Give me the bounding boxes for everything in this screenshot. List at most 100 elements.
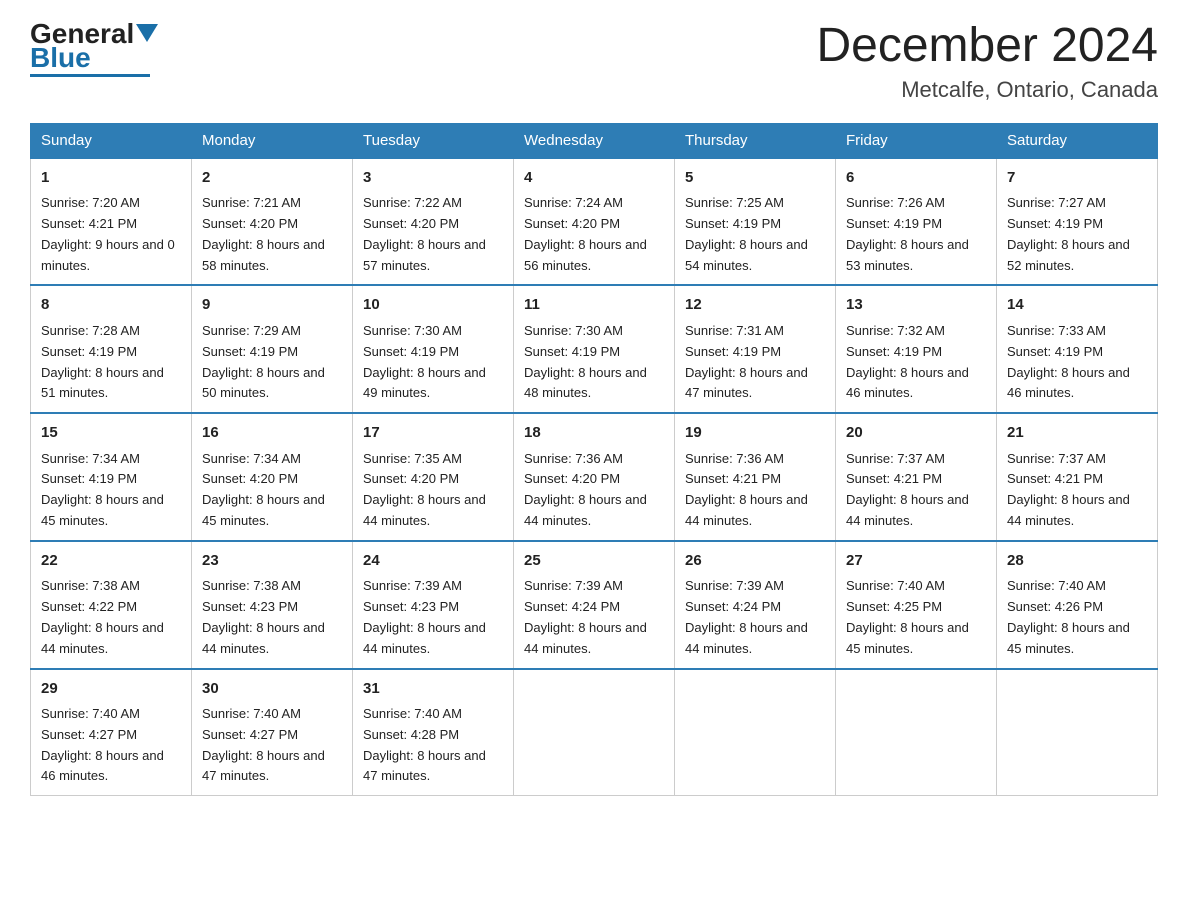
day-number: 23 [202,550,342,573]
logo-underline [30,74,150,77]
day-info: Sunrise: 7:21 AMSunset: 4:20 PMDaylight:… [202,193,342,276]
day-number: 12 [685,294,825,317]
column-header-thursday: Thursday [675,123,836,158]
day-info: Sunrise: 7:20 AMSunset: 4:21 PMDaylight:… [41,193,181,276]
day-cell: 3 Sunrise: 7:22 AMSunset: 4:20 PMDayligh… [353,158,514,286]
day-cell: 21 Sunrise: 7:37 AMSunset: 4:21 PMDaylig… [997,413,1158,541]
header-row: SundayMondayTuesdayWednesdayThursdayFrid… [31,123,1158,158]
day-info: Sunrise: 7:37 AMSunset: 4:21 PMDaylight:… [1007,449,1147,532]
title-section: December 2024 Metcalfe, Ontario, Canada [816,20,1158,103]
day-number: 29 [41,678,181,701]
day-number: 19 [685,422,825,445]
day-number: 7 [1007,167,1147,190]
day-number: 15 [41,422,181,445]
day-number: 4 [524,167,664,190]
day-cell: 9 Sunrise: 7:29 AMSunset: 4:19 PMDayligh… [192,285,353,413]
day-cell: 10 Sunrise: 7:30 AMSunset: 4:19 PMDaylig… [353,285,514,413]
day-info: Sunrise: 7:30 AMSunset: 4:19 PMDaylight:… [363,321,503,404]
day-info: Sunrise: 7:40 AMSunset: 4:28 PMDaylight:… [363,704,503,787]
day-info: Sunrise: 7:24 AMSunset: 4:20 PMDaylight:… [524,193,664,276]
day-number: 18 [524,422,664,445]
day-cell: 14 Sunrise: 7:33 AMSunset: 4:19 PMDaylig… [997,285,1158,413]
day-cell: 16 Sunrise: 7:34 AMSunset: 4:20 PMDaylig… [192,413,353,541]
day-cell [836,669,997,796]
day-number: 2 [202,167,342,190]
day-number: 14 [1007,294,1147,317]
logo: General Blue [30,20,158,77]
day-number: 21 [1007,422,1147,445]
day-info: Sunrise: 7:38 AMSunset: 4:22 PMDaylight:… [41,576,181,659]
day-number: 25 [524,550,664,573]
day-number: 30 [202,678,342,701]
day-cell: 8 Sunrise: 7:28 AMSunset: 4:19 PMDayligh… [31,285,192,413]
day-cell: 27 Sunrise: 7:40 AMSunset: 4:25 PMDaylig… [836,541,997,669]
column-header-sunday: Sunday [31,123,192,158]
column-header-monday: Monday [192,123,353,158]
day-cell: 30 Sunrise: 7:40 AMSunset: 4:27 PMDaylig… [192,669,353,796]
day-cell: 1 Sunrise: 7:20 AMSunset: 4:21 PMDayligh… [31,158,192,286]
day-info: Sunrise: 7:22 AMSunset: 4:20 PMDaylight:… [363,193,503,276]
week-row-5: 29 Sunrise: 7:40 AMSunset: 4:27 PMDaylig… [31,669,1158,796]
page-header: General Blue December 2024 Metcalfe, Ont… [30,20,1158,103]
day-info: Sunrise: 7:39 AMSunset: 4:24 PMDaylight:… [524,576,664,659]
day-cell: 4 Sunrise: 7:24 AMSunset: 4:20 PMDayligh… [514,158,675,286]
day-info: Sunrise: 7:38 AMSunset: 4:23 PMDaylight:… [202,576,342,659]
logo-blue-text: Blue [30,44,91,72]
day-info: Sunrise: 7:27 AMSunset: 4:19 PMDaylight:… [1007,193,1147,276]
week-row-2: 8 Sunrise: 7:28 AMSunset: 4:19 PMDayligh… [31,285,1158,413]
day-cell: 25 Sunrise: 7:39 AMSunset: 4:24 PMDaylig… [514,541,675,669]
day-number: 6 [846,167,986,190]
day-cell: 13 Sunrise: 7:32 AMSunset: 4:19 PMDaylig… [836,285,997,413]
day-info: Sunrise: 7:29 AMSunset: 4:19 PMDaylight:… [202,321,342,404]
day-number: 9 [202,294,342,317]
day-cell: 22 Sunrise: 7:38 AMSunset: 4:22 PMDaylig… [31,541,192,669]
day-cell: 18 Sunrise: 7:36 AMSunset: 4:20 PMDaylig… [514,413,675,541]
day-number: 24 [363,550,503,573]
day-info: Sunrise: 7:39 AMSunset: 4:23 PMDaylight:… [363,576,503,659]
column-header-friday: Friday [836,123,997,158]
day-cell: 28 Sunrise: 7:40 AMSunset: 4:26 PMDaylig… [997,541,1158,669]
day-number: 20 [846,422,986,445]
day-cell [675,669,836,796]
day-info: Sunrise: 7:40 AMSunset: 4:27 PMDaylight:… [202,704,342,787]
day-cell: 23 Sunrise: 7:38 AMSunset: 4:23 PMDaylig… [192,541,353,669]
day-number: 27 [846,550,986,573]
day-number: 11 [524,294,664,317]
day-cell: 7 Sunrise: 7:27 AMSunset: 4:19 PMDayligh… [997,158,1158,286]
day-number: 5 [685,167,825,190]
day-cell: 15 Sunrise: 7:34 AMSunset: 4:19 PMDaylig… [31,413,192,541]
day-info: Sunrise: 7:39 AMSunset: 4:24 PMDaylight:… [685,576,825,659]
day-info: Sunrise: 7:34 AMSunset: 4:20 PMDaylight:… [202,449,342,532]
day-info: Sunrise: 7:40 AMSunset: 4:27 PMDaylight:… [41,704,181,787]
day-cell: 2 Sunrise: 7:21 AMSunset: 4:20 PMDayligh… [192,158,353,286]
calendar-table: SundayMondayTuesdayWednesdayThursdayFrid… [30,123,1158,796]
day-info: Sunrise: 7:31 AMSunset: 4:19 PMDaylight:… [685,321,825,404]
day-number: 31 [363,678,503,701]
day-info: Sunrise: 7:36 AMSunset: 4:21 PMDaylight:… [685,449,825,532]
day-info: Sunrise: 7:28 AMSunset: 4:19 PMDaylight:… [41,321,181,404]
day-info: Sunrise: 7:35 AMSunset: 4:20 PMDaylight:… [363,449,503,532]
column-header-tuesday: Tuesday [353,123,514,158]
day-cell: 31 Sunrise: 7:40 AMSunset: 4:28 PMDaylig… [353,669,514,796]
day-number: 17 [363,422,503,445]
day-number: 22 [41,550,181,573]
day-cell [997,669,1158,796]
day-cell: 6 Sunrise: 7:26 AMSunset: 4:19 PMDayligh… [836,158,997,286]
day-number: 26 [685,550,825,573]
column-header-saturday: Saturday [997,123,1158,158]
day-cell: 12 Sunrise: 7:31 AMSunset: 4:19 PMDaylig… [675,285,836,413]
day-cell: 17 Sunrise: 7:35 AMSunset: 4:20 PMDaylig… [353,413,514,541]
day-info: Sunrise: 7:30 AMSunset: 4:19 PMDaylight:… [524,321,664,404]
day-cell [514,669,675,796]
day-cell: 5 Sunrise: 7:25 AMSunset: 4:19 PMDayligh… [675,158,836,286]
day-number: 1 [41,167,181,190]
day-cell: 11 Sunrise: 7:30 AMSunset: 4:19 PMDaylig… [514,285,675,413]
day-cell: 24 Sunrise: 7:39 AMSunset: 4:23 PMDaylig… [353,541,514,669]
day-info: Sunrise: 7:34 AMSunset: 4:19 PMDaylight:… [41,449,181,532]
day-cell: 26 Sunrise: 7:39 AMSunset: 4:24 PMDaylig… [675,541,836,669]
day-info: Sunrise: 7:32 AMSunset: 4:19 PMDaylight:… [846,321,986,404]
day-cell: 19 Sunrise: 7:36 AMSunset: 4:21 PMDaylig… [675,413,836,541]
week-row-3: 15 Sunrise: 7:34 AMSunset: 4:19 PMDaylig… [31,413,1158,541]
day-info: Sunrise: 7:37 AMSunset: 4:21 PMDaylight:… [846,449,986,532]
day-info: Sunrise: 7:40 AMSunset: 4:25 PMDaylight:… [846,576,986,659]
